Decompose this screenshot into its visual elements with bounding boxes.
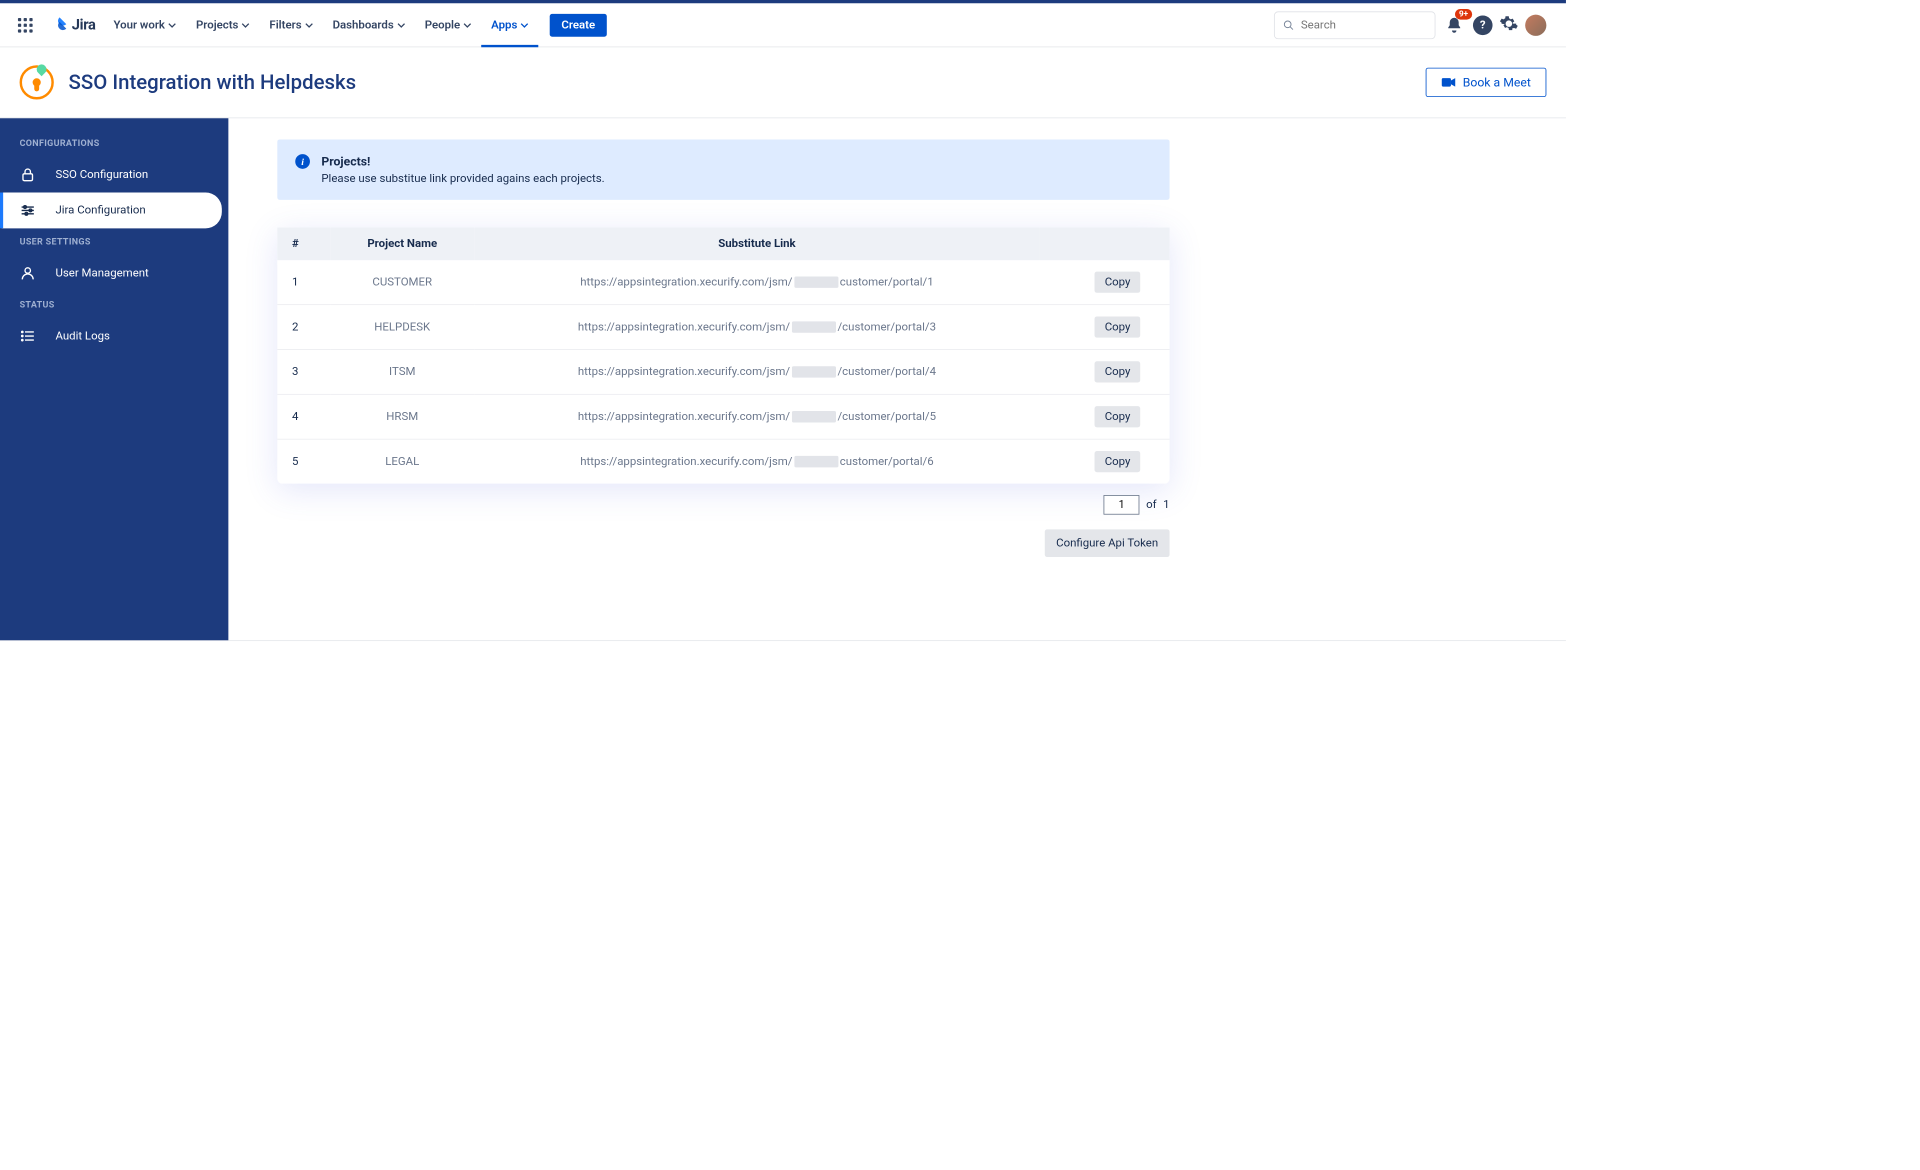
copy-button[interactable]: Copy: [1095, 406, 1140, 427]
notifications-button[interactable]: 9+: [1442, 13, 1466, 37]
app-logo-icon: [20, 65, 54, 99]
substitute-link-cell: https://appsintegration.xecurify.com/jsm…: [475, 260, 1040, 304]
app-switcher-icon[interactable]: [11, 11, 39, 39]
row-index: 4: [277, 394, 330, 439]
sidebar-item-user-management[interactable]: User Management: [0, 255, 222, 291]
main-content: i Projects! Please use substitue link pr…: [228, 118, 1566, 640]
copy-button[interactable]: Copy: [1095, 272, 1140, 293]
search-icon: [1283, 18, 1294, 31]
copy-button[interactable]: Copy: [1095, 316, 1140, 337]
page-input[interactable]: [1104, 495, 1140, 515]
global-nav: Jira Your workProjectsFiltersDashboardsP…: [0, 3, 1566, 47]
projects-table: #Project NameSubstitute Link 1CUSTOMERht…: [277, 228, 1169, 484]
nav-item-people[interactable]: People: [415, 3, 481, 47]
sidebar-heading: USER SETTINGS: [0, 228, 228, 255]
settings-button[interactable]: [1499, 13, 1519, 36]
page-footer: [0, 640, 1566, 762]
help-button[interactable]: ?: [1473, 15, 1493, 35]
book-a-meet-label: Book a Meet: [1463, 75, 1531, 90]
video-camera-icon: [1442, 77, 1457, 88]
pagination: of 1: [277, 495, 1169, 515]
sidebar-item-jira-configuration[interactable]: Jira Configuration: [0, 192, 222, 228]
sidebar: CONFIGURATIONSSSO ConfigurationJira Conf…: [0, 118, 228, 640]
projects-table-card: #Project NameSubstitute Link 1CUSTOMERht…: [277, 228, 1169, 484]
table-row: 1CUSTOMERhttps://appsintegration.xecurif…: [277, 260, 1169, 304]
pager-total: 1: [1163, 498, 1169, 511]
page-title: SSO Integration with Helpdesks: [69, 71, 357, 95]
redacted-segment: [794, 276, 838, 287]
info-icon: i: [295, 154, 310, 169]
redacted-segment: [794, 456, 838, 467]
table-header: Project Name: [330, 228, 475, 261]
nav-item-your-work[interactable]: Your work: [104, 3, 186, 47]
sidebar-item-sso-configuration[interactable]: SSO Configuration: [0, 157, 222, 193]
nav-item-projects[interactable]: Projects: [186, 3, 259, 47]
page-header: SSO Integration with Helpdesks Book a Me…: [0, 47, 1566, 118]
jira-logo-text: Jira: [72, 16, 96, 33]
sidebar-heading: CONFIGURATIONS: [0, 130, 228, 157]
project-name-cell: ITSM: [330, 349, 475, 394]
jira-logo[interactable]: Jira: [51, 16, 96, 34]
profile-avatar[interactable]: [1525, 14, 1546, 35]
redacted-segment: [792, 411, 836, 422]
row-index: 2: [277, 305, 330, 350]
banner-title: Projects!: [321, 154, 604, 169]
table-header: Substitute Link: [475, 228, 1040, 261]
sidebar-item-audit-logs[interactable]: Audit Logs: [0, 318, 222, 354]
project-name-cell: HELPDESK: [330, 305, 475, 350]
table-row: 4HRSMhttps://appsintegration.xecurify.co…: [277, 394, 1169, 439]
search-box[interactable]: [1274, 11, 1435, 39]
table-row: 5LEGALhttps://appsintegration.xecurify.c…: [277, 439, 1169, 483]
substitute-link-cell: https://appsintegration.xecurify.com/jsm…: [475, 439, 1040, 483]
row-index: 1: [277, 260, 330, 304]
banner-body: Please use substitue link provided again…: [321, 172, 604, 185]
book-a-meet-button[interactable]: Book a Meet: [1426, 68, 1546, 97]
row-index: 5: [277, 439, 330, 483]
create-button[interactable]: Create: [550, 13, 607, 36]
project-name-cell: HRSM: [330, 394, 475, 439]
nav-item-dashboards[interactable]: Dashboards: [323, 3, 415, 47]
project-name-cell: CUSTOMER: [330, 260, 475, 304]
configure-api-token-button[interactable]: Configure Api Token: [1045, 529, 1170, 557]
gear-icon: [1499, 13, 1519, 33]
row-index: 3: [277, 349, 330, 394]
substitute-link-cell: https://appsintegration.xecurify.com/jsm…: [475, 305, 1040, 350]
notifications-badge: 9+: [1455, 9, 1472, 20]
substitute-link-cell: https://appsintegration.xecurify.com/jsm…: [475, 394, 1040, 439]
nav-item-apps[interactable]: Apps: [481, 3, 538, 47]
copy-button[interactable]: Copy: [1095, 361, 1140, 382]
redacted-segment: [792, 321, 836, 332]
sidebar-heading: STATUS: [0, 291, 228, 318]
search-input[interactable]: [1301, 18, 1427, 31]
table-header: #: [277, 228, 330, 261]
redacted-segment: [792, 366, 836, 377]
info-banner: i Projects! Please use substitue link pr…: [277, 139, 1169, 199]
table-header: [1039, 228, 1169, 261]
copy-button[interactable]: Copy: [1095, 451, 1140, 472]
nav-item-filters[interactable]: Filters: [260, 3, 323, 47]
table-row: 2HELPDESKhttps://appsintegration.xecurif…: [277, 305, 1169, 350]
project-name-cell: LEGAL: [330, 439, 475, 483]
substitute-link-cell: https://appsintegration.xecurify.com/jsm…: [475, 349, 1040, 394]
table-row: 3ITSMhttps://appsintegration.xecurify.co…: [277, 349, 1169, 394]
pager-of-label: of: [1146, 498, 1156, 511]
